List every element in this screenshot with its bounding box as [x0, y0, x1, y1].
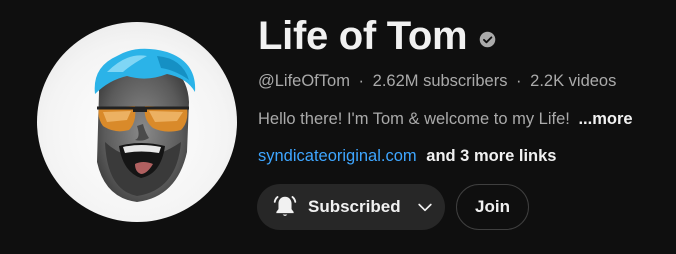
avatar-image [94, 48, 196, 202]
channel-header: Life of Tom @LifeOfTom · 2.62M subscribe… [0, 0, 676, 254]
channel-title-row: Life of Tom [258, 12, 496, 60]
channel-title: Life of Tom [258, 13, 468, 58]
description-text: Hello there! I'm Tom & welcome to my Lif… [258, 110, 570, 128]
external-link[interactable]: syndicateoriginal.com [258, 147, 417, 165]
join-button[interactable]: Join [456, 184, 529, 230]
description-more-link[interactable]: ...more [578, 110, 632, 128]
channel-avatar[interactable] [37, 22, 237, 222]
verified-check-icon [479, 31, 496, 48]
channel-meta: @LifeOfTom · 2.62M subscribers · 2.2K vi… [258, 72, 616, 91]
subscribed-label: Subscribed [308, 197, 401, 216]
channel-description[interactable]: Hello there! I'm Tom & welcome to my Lif… [258, 110, 633, 129]
more-links-link[interactable]: and 3 more links [426, 147, 556, 165]
meta-separator: · [358, 72, 365, 90]
subscriber-count: 2.62M subscribers [372, 72, 508, 90]
video-count: 2.2K videos [530, 72, 617, 90]
subscribed-button[interactable]: Subscribed [257, 184, 445, 230]
meta-separator: · [516, 72, 522, 90]
channel-handle[interactable]: @LifeOfTom [258, 72, 350, 90]
chevron-down-icon [415, 197, 435, 217]
bell-icon [271, 193, 299, 221]
channel-links: syndicateoriginal.com and 3 more links [258, 147, 556, 166]
